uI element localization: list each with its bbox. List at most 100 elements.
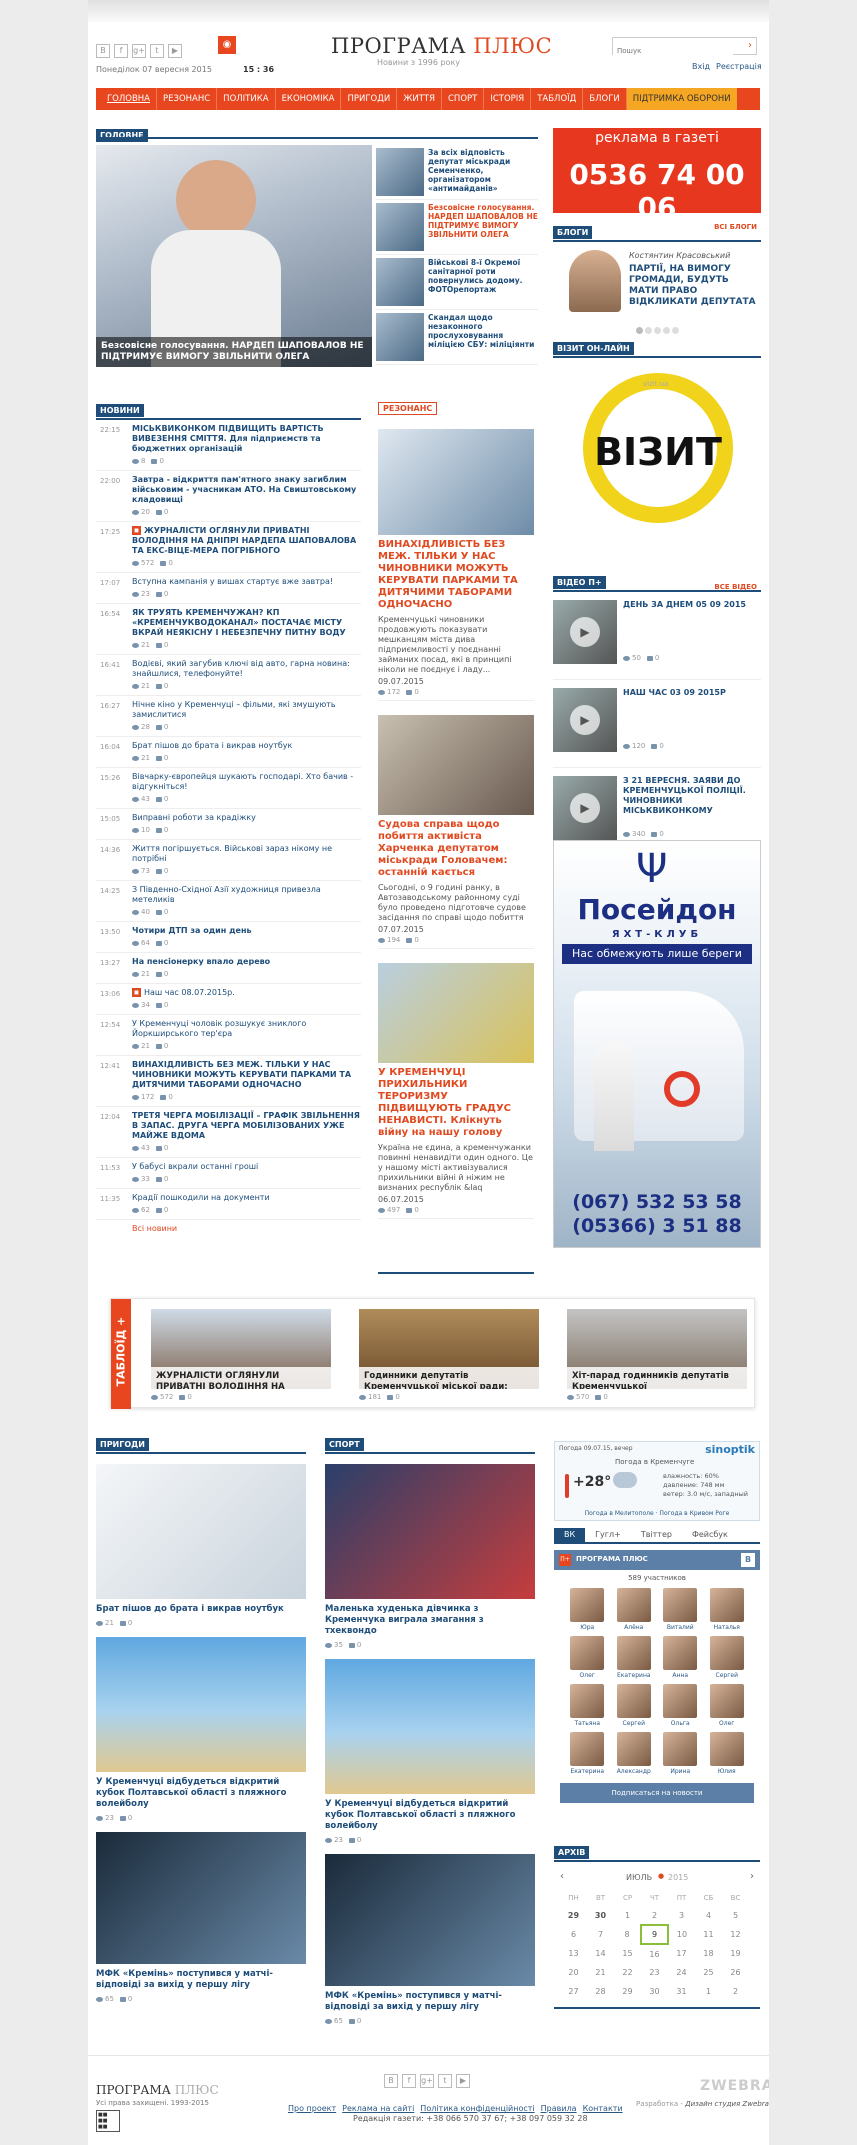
- blog-entry[interactable]: Костянтин Красовський ПАРТІЇ, НА ВИМОГУ …: [553, 242, 761, 317]
- calendar-day[interactable]: 25: [695, 1963, 722, 1982]
- tabloid-item[interactable]: Годинники депутатів Кременчуцької місько…: [359, 1309, 539, 1401]
- dot[interactable]: [635, 327, 643, 334]
- news-item[interactable]: 16:04 Брат пішов до брата і викрав ноутбу…: [96, 737, 361, 768]
- calendar-day[interactable]: 2: [641, 1906, 668, 1925]
- nav-item[interactable]: РЕЗОНАНС: [157, 88, 218, 110]
- social-tab[interactable]: Твіттер: [631, 1528, 682, 1542]
- site-logo[interactable]: ПРОГРАМА ПЛЮС: [331, 34, 552, 58]
- footer-link[interactable]: Контакти: [583, 2104, 623, 2113]
- nav-item[interactable]: ЖИТТЯ: [397, 88, 442, 110]
- footer-link[interactable]: Реклама на сайті: [342, 2104, 414, 2113]
- news-item[interactable]: 22:00 Завтра - відкриття пам'ятного знаку…: [96, 471, 361, 522]
- vizit-player[interactable]: vizit.ua ВІЗИТ: [553, 358, 761, 538]
- calendar-day[interactable]: 26: [722, 1963, 749, 1982]
- calendar-day[interactable]: 31: [668, 1982, 695, 2001]
- calendar-day[interactable]: 9: [640, 1924, 669, 1945]
- calendar-day[interactable]: 11: [695, 1925, 722, 1944]
- poseidon-ad[interactable]: Ψ Посейдон ЯХТ-КЛУБ Нас обмежують лише б…: [553, 840, 761, 1248]
- google-plus-icon[interactable]: g+: [132, 44, 146, 58]
- nav-item[interactable]: ЕКОНОМІКА: [276, 88, 342, 110]
- calendar-day[interactable]: 22: [614, 1963, 641, 1982]
- search-input[interactable]: [613, 43, 733, 59]
- sport-item[interactable]: У Кременчуці відбудеться відкритий кубок…: [325, 1659, 535, 1844]
- calendar-day[interactable]: 30: [587, 1906, 614, 1925]
- dot[interactable]: [671, 327, 679, 334]
- vk-member[interactable]: Алёна: [611, 1588, 658, 1631]
- news-item[interactable]: 13:06 ◼ Наш час 08.07.2015р. 34 0: [96, 984, 361, 1015]
- next-month-icon[interactable]: ›: [750, 1871, 754, 1882]
- twitter-icon[interactable]: t: [150, 44, 164, 58]
- nav-item[interactable]: ПОЛІТИКА: [217, 88, 276, 110]
- calendar-day[interactable]: 12: [722, 1925, 749, 1944]
- calendar-day[interactable]: 1: [695, 1982, 722, 2001]
- prev-month-icon[interactable]: ‹: [560, 1871, 564, 1882]
- nav-item[interactable]: СПОРТ: [442, 88, 485, 110]
- calendar-day[interactable]: 27: [560, 1982, 587, 2001]
- developer-name[interactable]: Дизайн студия Zwebra: [685, 2100, 769, 2108]
- footer-link[interactable]: Про проект: [288, 2104, 336, 2113]
- calendar-day[interactable]: 23: [641, 1963, 668, 1982]
- youtube-icon[interactable]: ▶: [456, 2074, 470, 2088]
- play-icon[interactable]: ▶: [570, 705, 600, 735]
- news-item[interactable]: 12:54 У Кременчуці чоловік розшукує зникл…: [96, 1015, 361, 1056]
- pryhody-item[interactable]: Брат пішов до брата і викрав ноутбук 21 0: [96, 1464, 306, 1627]
- dot[interactable]: [662, 327, 670, 334]
- dot[interactable]: [653, 327, 661, 334]
- vk-member[interactable]: Олег: [704, 1684, 751, 1727]
- calendar-day[interactable]: 10: [668, 1925, 695, 1944]
- vk-member[interactable]: Екатерина: [564, 1732, 611, 1775]
- news-item[interactable]: 14:25 З Південно-Східної Азії художниця п…: [96, 881, 361, 922]
- rss-icon[interactable]: ◉: [218, 36, 236, 54]
- news-item[interactable]: 13:27 На пенсіонерку впало дерево 21 0: [96, 953, 361, 984]
- resonance-item[interactable]: ВИНАХІДЛИВІСТЬ БЕЗ МЕЖ. ТІЛЬКИ У НАС ЧИН…: [378, 429, 534, 701]
- vk-member[interactable]: Сергей: [704, 1636, 751, 1679]
- all-video-link[interactable]: ВСЕ ВІДЕО: [714, 583, 757, 591]
- vk-icon[interactable]: В: [96, 44, 110, 58]
- tabloid-item[interactable]: Хіт-парад годинників депутатів Кременчуц…: [567, 1309, 747, 1401]
- news-item[interactable]: 12:41 ВИНАХІДЛИВІСТЬ БЕЗ МЕЖ. ТІЛЬКИ У НА…: [96, 1056, 361, 1107]
- nav-item[interactable]: ІСТОРІЯ: [484, 88, 532, 110]
- dot[interactable]: [644, 327, 652, 334]
- vk-member[interactable]: Сергей: [611, 1684, 658, 1727]
- main-featured-caption[interactable]: Безсовісне голосування. НАРДЕП ШАПОВАЛОВ…: [96, 337, 372, 367]
- nav-item[interactable]: ТАБЛОЇД: [531, 88, 584, 110]
- facebook-icon[interactable]: f: [402, 2074, 416, 2088]
- calendar-day[interactable]: 4: [695, 1906, 722, 1925]
- footer-logo[interactable]: ПРОГРАМА ПЛЮС: [96, 2083, 219, 2097]
- nav-item[interactable]: БЛОГИ: [583, 88, 627, 110]
- twitter-icon[interactable]: t: [438, 2074, 452, 2088]
- calendar-day[interactable]: 6: [560, 1925, 587, 1944]
- calendar-day[interactable]: 24: [668, 1963, 695, 1982]
- search-arrow-icon[interactable]: ›: [748, 40, 752, 51]
- social-tab[interactable]: ВК: [554, 1528, 586, 1542]
- vk-member[interactable]: Наталья: [704, 1588, 751, 1631]
- vk-group-header[interactable]: П+ ПРОГРАМА ПЛЮС В: [554, 1550, 760, 1570]
- calendar-day[interactable]: 29: [614, 1982, 641, 2001]
- calendar-day[interactable]: 14: [587, 1944, 614, 1963]
- footer-link[interactable]: Політика конфіденційності: [420, 2104, 534, 2113]
- main-side-item[interactable]: За всіх відповість депутат міськради Сем…: [376, 145, 538, 200]
- video-item[interactable]: ▶ ДЕНЬ ЗА ДНЕМ 05 09 2015 50 0: [553, 592, 761, 680]
- nav-item[interactable]: ПІДТРИМКА ОБОРОНИ: [626, 88, 737, 110]
- calendar-day[interactable]: 13: [560, 1944, 587, 1963]
- news-item[interactable]: 15:26 Вівчарку-європейця шукають господар…: [96, 768, 361, 809]
- register-link[interactable]: Реєстрація: [716, 62, 762, 71]
- social-tab[interactable]: Гугл+: [585, 1528, 631, 1542]
- news-item[interactable]: 16:27 Нічне кіно у Кременчуці – фільми, я…: [96, 696, 361, 737]
- resonance-item[interactable]: Судова справа щодо побиття активіста Хар…: [378, 715, 534, 949]
- youtube-icon[interactable]: ▶: [168, 44, 182, 58]
- resonance-item[interactable]: У КРЕМЕНЧУЦІ ПРИХИЛЬНИКИ ТЕРОРИЗМУ ПІДВИ…: [378, 963, 534, 1219]
- main-side-item[interactable]: Безсовісне голосування. НАРДЕП ШАПОВАЛОВ…: [376, 200, 538, 255]
- pryhody-item[interactable]: МФК «Кремінь» поступився у матчі-відпові…: [96, 1832, 306, 2003]
- facebook-icon[interactable]: f: [114, 44, 128, 58]
- calendar-day[interactable]: 29: [560, 1906, 587, 1925]
- calendar-day[interactable]: 30: [641, 1982, 668, 2001]
- newspaper-ad[interactable]: реклама в газеті 0536 74 00 06: [553, 128, 761, 224]
- calendar-day[interactable]: 18: [695, 1944, 722, 1963]
- social-tab[interactable]: Фейсбук: [682, 1528, 738, 1542]
- login-link[interactable]: Вхід: [692, 62, 710, 71]
- vk-member[interactable]: Юлия: [704, 1732, 751, 1775]
- nav-item[interactable]: ПРИГОДИ: [341, 88, 398, 110]
- vk-member[interactable]: Екатерина: [611, 1636, 658, 1679]
- vk-member[interactable]: Ирина: [657, 1732, 704, 1775]
